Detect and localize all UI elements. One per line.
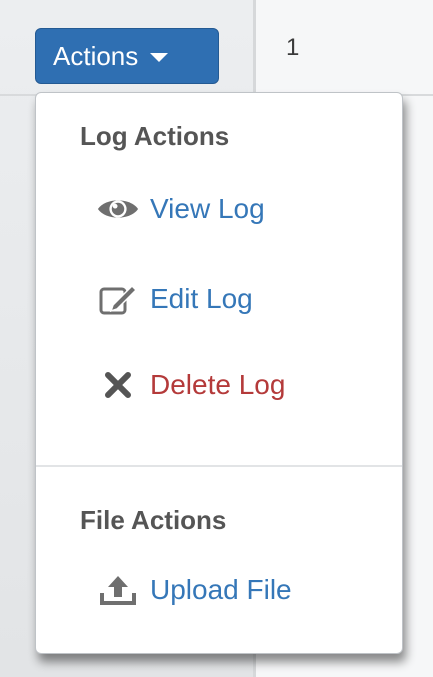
menu-item-label: Edit Log <box>150 283 253 314</box>
upload-icon <box>96 573 140 607</box>
menu-item-view-log[interactable]: View Log <box>96 193 265 225</box>
menu-item-edit-log[interactable]: Edit Log <box>96 281 253 317</box>
menu-item-delete-log[interactable]: Delete Log <box>96 369 285 401</box>
actions-dropdown-menu: Log Actions View Log Edit Log Delete Log… <box>35 92 403 654</box>
menu-divider <box>36 465 402 467</box>
edit-icon <box>96 281 140 317</box>
caret-down-icon <box>150 53 169 62</box>
row-number: 1 <box>286 34 300 61</box>
menu-item-upload-file[interactable]: Upload File <box>96 573 292 607</box>
menu-item-label: Upload File <box>150 574 292 605</box>
menu-header-file-actions: File Actions <box>80 505 227 535</box>
menu-header-log-actions: Log Actions <box>80 121 230 151</box>
actions-dropdown-button[interactable]: Actions <box>35 28 219 84</box>
close-icon <box>96 370 140 400</box>
menu-item-label: Delete Log <box>150 369 286 400</box>
actions-button-label: Actions <box>53 40 139 71</box>
menu-item-label: View Log <box>150 193 265 224</box>
eye-icon <box>96 194 140 224</box>
